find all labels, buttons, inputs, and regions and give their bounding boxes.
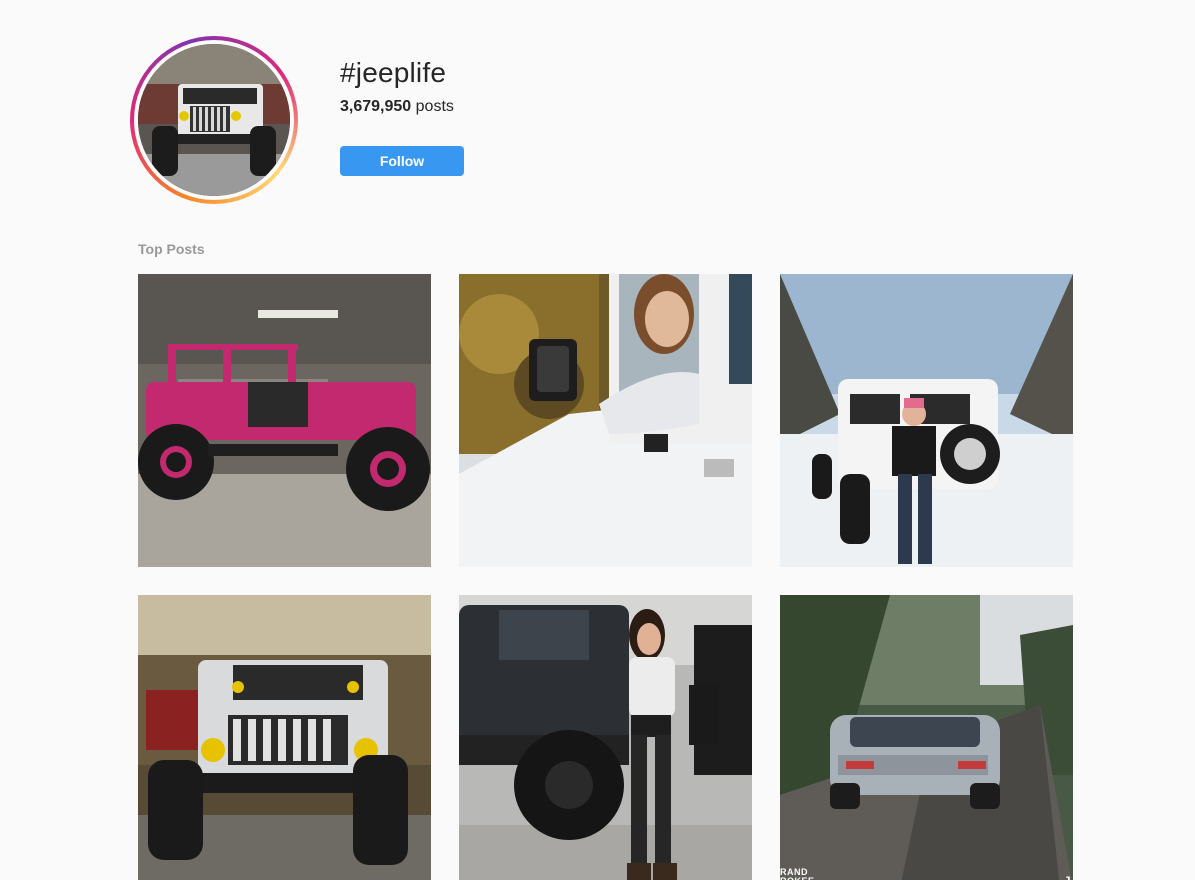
post-image [780,595,1073,880]
post-count-label: posts [415,98,454,115]
post-tile[interactable] [459,274,752,567]
post-tile[interactable]: RANDROKEE J [780,595,1073,880]
hashtag-header: #jeeplife 3,679,950 posts Follow [130,36,1070,206]
post-image [459,595,752,880]
story-ring[interactable] [130,36,298,204]
hashtag-page: #jeeplife 3,679,950 posts Follow Top Pos… [0,0,1195,880]
post-count: 3,679,950 posts [340,98,464,116]
top-posts-heading: Top Posts [138,241,205,257]
follow-button[interactable]: Follow [340,146,464,176]
post-image [780,274,1073,567]
hashtag-avatar[interactable] [138,44,290,196]
avatar-border [134,40,294,200]
hashtag-info: #jeeplife 3,679,950 posts Follow [340,56,464,176]
post-image [138,274,431,567]
post-tile[interactable] [459,595,752,880]
post-count-value: 3,679,950 [340,98,412,115]
top-posts-grid: RANDROKEE J [138,274,1073,880]
post-image [459,274,752,567]
post-tile[interactable] [138,274,431,567]
post-tile[interactable] [138,595,431,880]
post-watermark-left: RANDROKEE [780,867,814,880]
post-image [138,595,431,880]
hashtag-title: #jeeplife [340,57,447,88]
post-tile[interactable] [780,274,1073,567]
